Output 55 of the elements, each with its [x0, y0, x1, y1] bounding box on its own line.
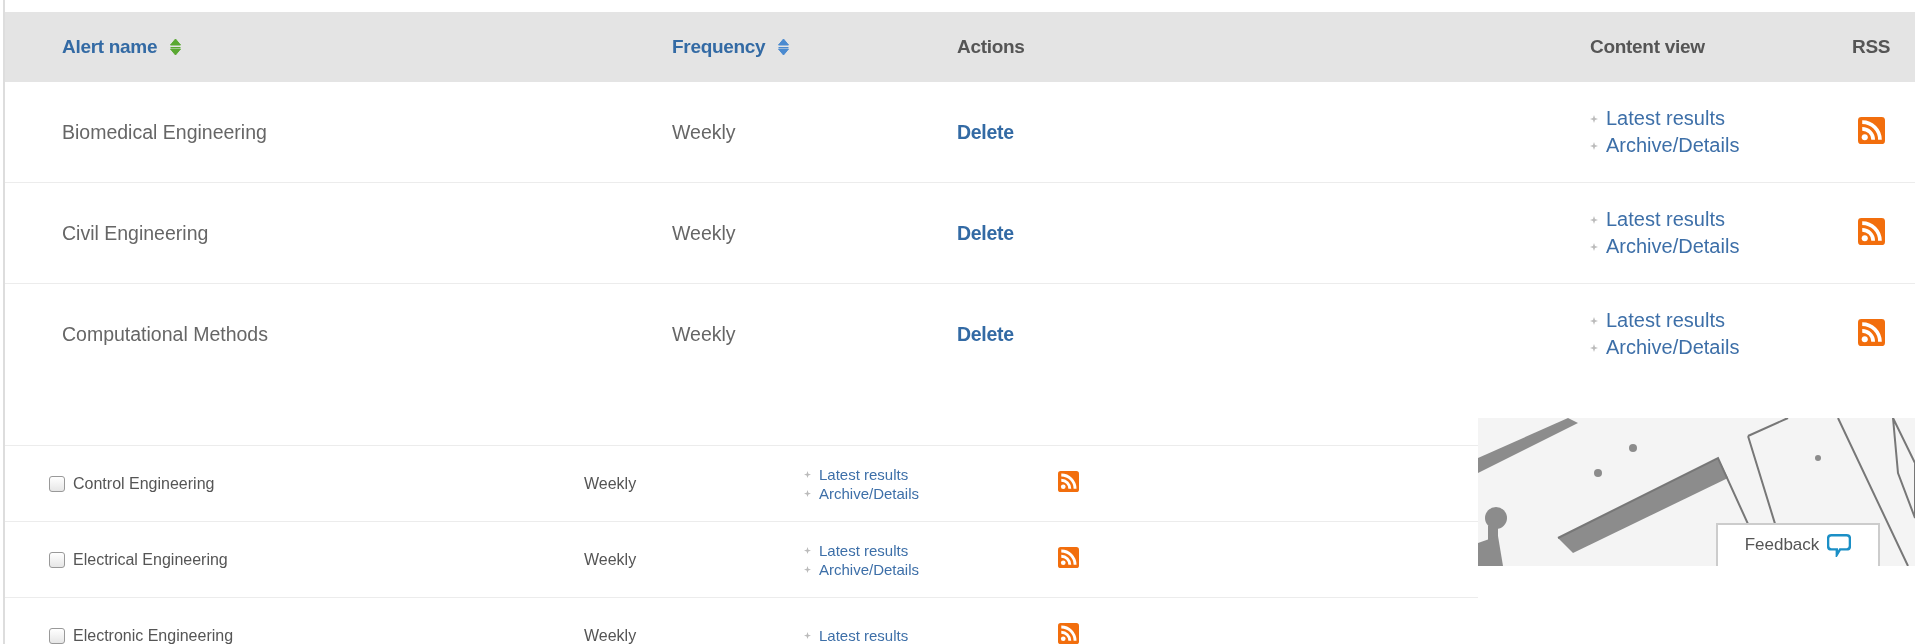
alert-name: Civil Engineering: [62, 221, 209, 244]
content-link[interactable]: Latest results: [1606, 309, 1725, 332]
alert-name: Biomedical Engineering: [62, 120, 267, 143]
checkbox[interactable]: [49, 551, 65, 568]
content-link[interactable]: Latest results: [819, 465, 909, 483]
rss-icon[interactable]: [1058, 547, 1079, 568]
bullet-icon: [804, 565, 811, 573]
alert-name: Control Engineering: [73, 474, 215, 493]
content-link[interactable]: Latest results: [1606, 208, 1725, 231]
bullet-icon: [804, 632, 811, 639]
delete-link[interactable]: Delete: [957, 221, 1014, 244]
frequency-text: Weekly: [672, 120, 736, 143]
bullet-icon: [1590, 316, 1598, 325]
bullet-icon: [1590, 114, 1598, 123]
checkbox[interactable]: [49, 627, 65, 644]
frequency-text: Weekly: [584, 626, 637, 644]
column-sort-link[interactable]: Alert name: [62, 36, 158, 58]
column-sort-link[interactable]: Frequency: [672, 36, 766, 58]
rss-icon[interactable]: [1858, 217, 1885, 245]
rss-icon[interactable]: [1858, 318, 1885, 346]
feedback-button[interactable]: Feedback: [1716, 523, 1880, 566]
bullet-icon: [1590, 141, 1598, 150]
speech-bubble-icon: [1827, 533, 1852, 557]
alert-name: Electronic Engineering: [73, 626, 234, 644]
content-link[interactable]: Latest results: [819, 627, 909, 644]
delete-link[interactable]: Delete: [957, 322, 1014, 345]
column-header: Actions: [957, 36, 1025, 58]
bullet-icon: [804, 470, 811, 478]
bullet-icon: [1590, 215, 1598, 224]
bullet-icon: [1590, 343, 1598, 352]
content-link[interactable]: Latest results: [1606, 107, 1725, 130]
alert-name: Computational Methods: [62, 322, 268, 345]
bullet-icon: [1590, 242, 1598, 251]
rss-icon[interactable]: [1058, 623, 1079, 644]
frequency-text: Weekly: [672, 322, 736, 345]
rss-icon[interactable]: [1858, 116, 1885, 144]
content-link[interactable]: Archive/Details: [819, 484, 920, 502]
content-link[interactable]: Archive/Details: [1606, 336, 1740, 359]
content-link[interactable]: Archive/Details: [1606, 235, 1740, 258]
frequency-text: Weekly: [672, 221, 736, 244]
sort-icon[interactable]: [777, 39, 791, 55]
frequency-text: Weekly: [584, 550, 637, 568]
rss-icon[interactable]: [1058, 471, 1079, 492]
alert-name: Electrical Engineering: [73, 550, 228, 569]
content-link[interactable]: Archive/Details: [1606, 134, 1740, 157]
bullet-icon: [804, 489, 811, 497]
frequency-text: Weekly: [584, 474, 637, 492]
column-header: Content view: [1590, 36, 1705, 58]
bullet-icon: [804, 546, 811, 554]
delete-link[interactable]: Delete: [957, 120, 1014, 143]
checkbox[interactable]: [49, 475, 65, 492]
sort-icon[interactable]: [169, 39, 183, 55]
content-link[interactable]: Latest results: [819, 541, 909, 559]
content-link[interactable]: Archive/Details: [819, 560, 920, 578]
column-header: RSS: [1852, 36, 1891, 58]
